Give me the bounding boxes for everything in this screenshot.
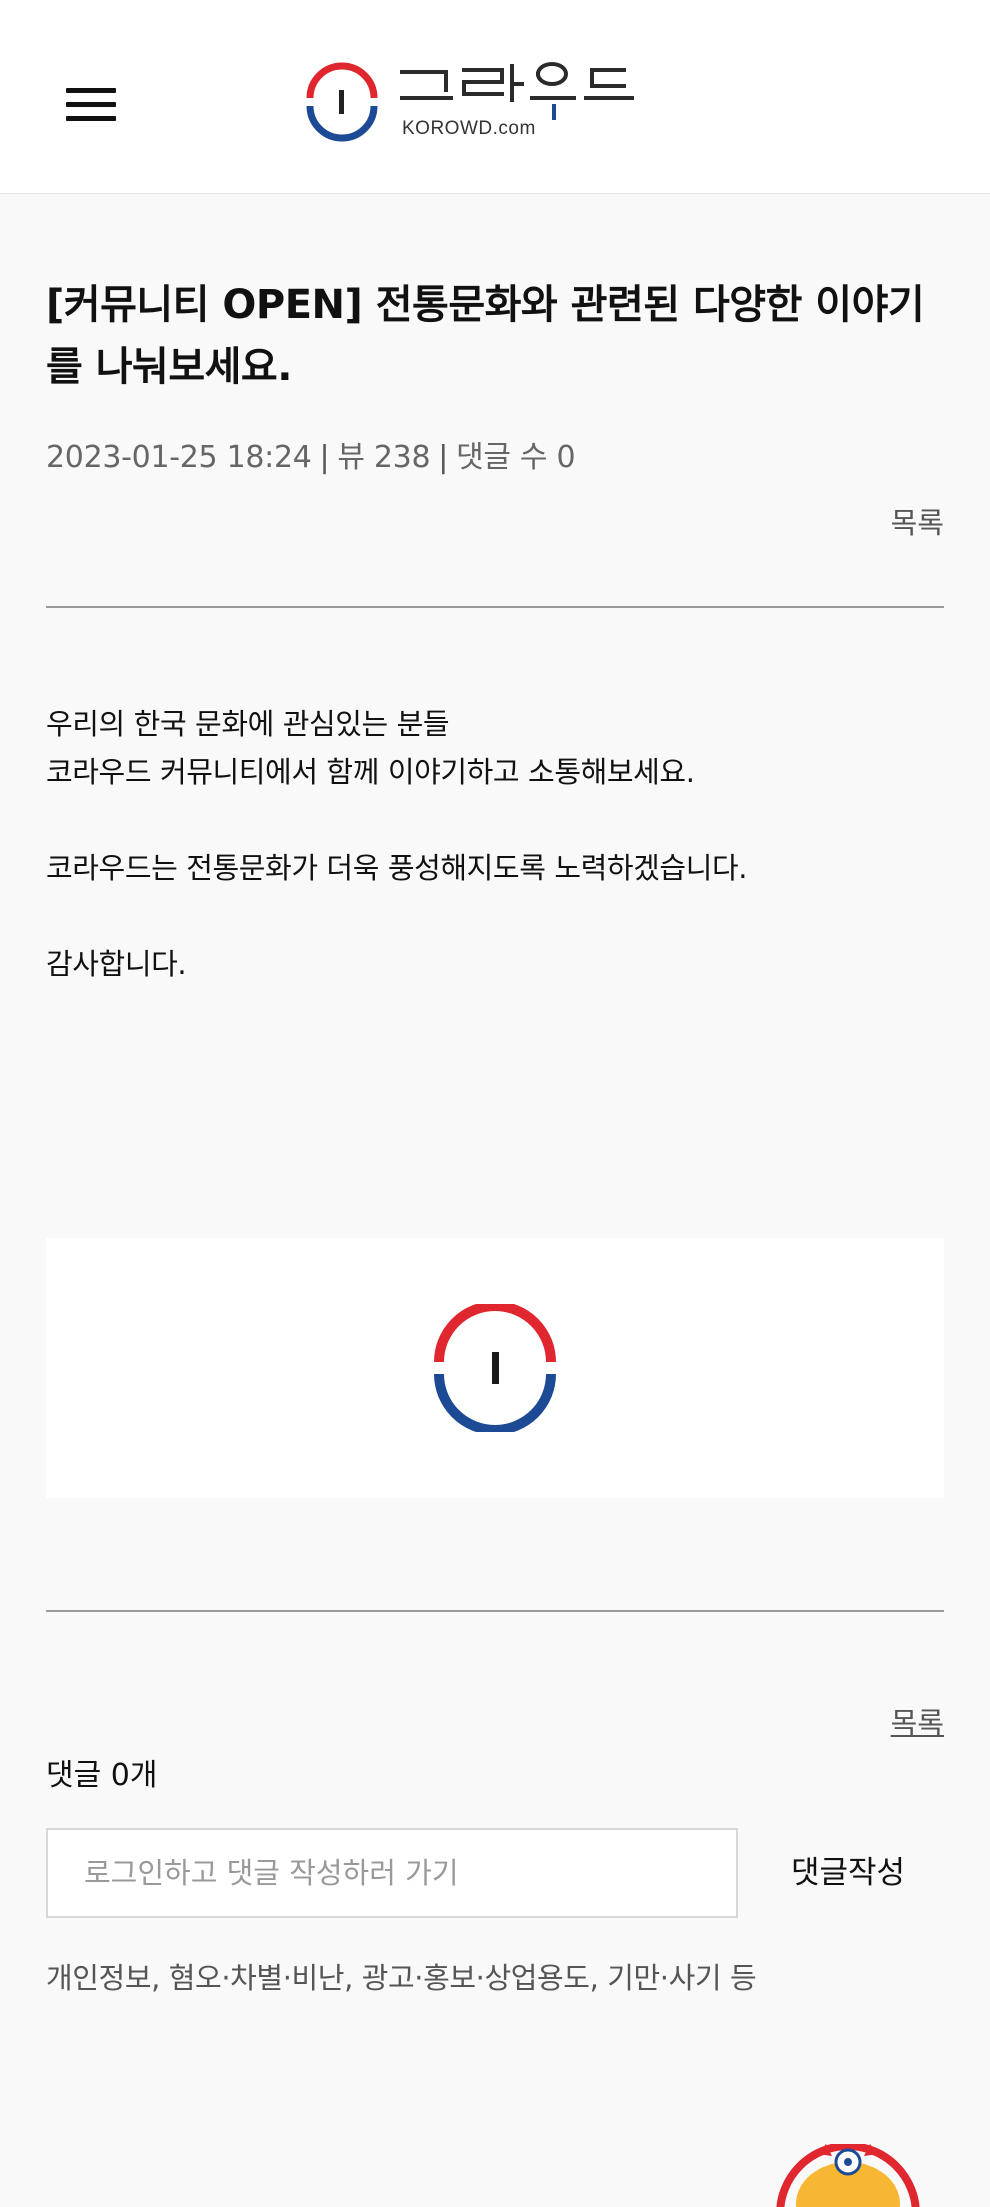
site-logo[interactable]: KOROWD.com xyxy=(306,60,686,146)
post-body: 우리의 한국 문화에 관심있는 분들 코라우드 커뮤니티에서 함께 이야기하고 … xyxy=(46,700,944,988)
post-image xyxy=(46,1238,944,1498)
mascot-character-icon[interactable] xyxy=(758,2144,938,2207)
bottom-divider xyxy=(46,1610,944,1612)
site-header: KOROWD.com xyxy=(0,0,990,194)
logo-subtitle: KOROWD.com xyxy=(402,118,536,139)
post-body-line: 감사합니다. xyxy=(46,947,187,981)
post-date: 2023-01-25 18:24 xyxy=(46,440,312,475)
list-link-bottom[interactable]: 목록 xyxy=(891,1700,944,1742)
post-title: [커뮤니티 OPEN] 전통문화와 관련된 다양한 이야기를 나눠보세요. xyxy=(46,282,925,390)
post-views: 뷰 238 xyxy=(337,440,431,475)
comment-count-label: 댓글 0개 xyxy=(46,1758,158,1793)
hamburger-menu-icon[interactable] xyxy=(66,88,116,122)
post-comment-count: 댓글 수 0 xyxy=(456,440,576,475)
post-meta: 2023-01-25 18:24 | 뷰 238 | 댓글 수 0 xyxy=(46,440,576,475)
post-body-line: 코라우드 커뮤니티에서 함께 이야기하고 소통해보세요. xyxy=(46,755,695,789)
post-body-line: 우리의 한국 문화에 관심있는 분들 xyxy=(46,707,450,741)
korowd-emblem-icon xyxy=(434,1304,556,1432)
list-link-top[interactable]: 목록 xyxy=(891,500,944,542)
post-body-line: 코라우드는 전통문화가 더욱 풍성해지도록 노력하겠습니다. xyxy=(46,851,748,885)
comment-notice: 개인정보, 혐오·차별·비난, 광고·홍보·상업용도, 기만·사기 등 xyxy=(46,1961,757,1995)
comment-input[interactable]: 로그인하고 댓글 작성하러 가기 xyxy=(46,1828,738,1918)
top-divider xyxy=(46,606,944,608)
comment-submit-button[interactable]: 댓글작성 xyxy=(752,1828,944,1918)
